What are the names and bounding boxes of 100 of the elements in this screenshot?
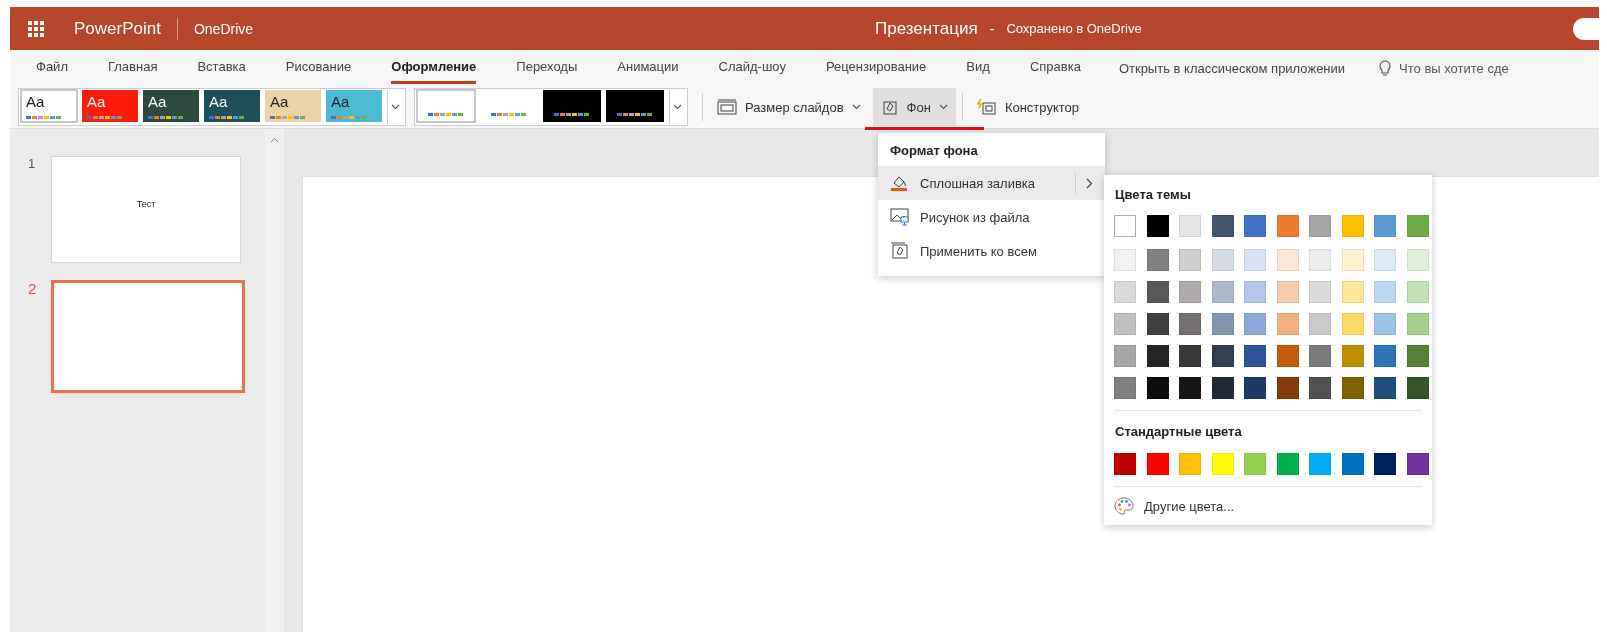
- color-swatch[interactable]: [1309, 345, 1331, 367]
- color-swatch[interactable]: [1211, 345, 1234, 367]
- color-swatch[interactable]: [1114, 215, 1136, 237]
- color-swatch[interactable]: [1179, 453, 1201, 475]
- color-swatch[interactable]: [1406, 215, 1429, 237]
- theme-thumbnail[interactable]: Aa: [21, 90, 77, 122]
- color-swatch[interactable]: [1374, 215, 1396, 237]
- ribbon-tab[interactable]: Переходы: [516, 52, 578, 84]
- color-swatch[interactable]: [1179, 377, 1201, 399]
- color-swatch[interactable]: [1211, 281, 1234, 303]
- menu-item[interactable]: Сплошная заливка: [878, 166, 1105, 200]
- color-swatch[interactable]: [1114, 345, 1136, 367]
- color-swatch[interactable]: [1374, 453, 1396, 475]
- variant-thumbnail[interactable]: [606, 90, 664, 122]
- document-title[interactable]: Презентация: [875, 18, 978, 39]
- color-swatch[interactable]: [1146, 453, 1169, 475]
- color-swatch[interactable]: [1179, 215, 1201, 237]
- scroll-up-icon[interactable]: [270, 137, 279, 143]
- ribbon-tab[interactable]: Главная: [107, 52, 158, 84]
- app-launcher-icon[interactable]: [28, 20, 44, 37]
- more-colors-button[interactable]: Другие цвета...: [1104, 495, 1245, 517]
- slide-size-button[interactable]: Размер слайдов: [709, 88, 869, 126]
- color-swatch[interactable]: [1341, 345, 1364, 367]
- color-swatch[interactable]: [1276, 313, 1299, 335]
- ribbon-tab[interactable]: Файл: [36, 52, 68, 84]
- ribbon-tab[interactable]: Справка: [1029, 52, 1081, 84]
- color-swatch[interactable]: [1179, 345, 1201, 367]
- color-swatch[interactable]: [1211, 313, 1234, 335]
- color-swatch[interactable]: [1146, 313, 1169, 335]
- color-swatch[interactable]: [1244, 345, 1266, 367]
- color-swatch[interactable]: [1211, 215, 1234, 237]
- color-swatch[interactable]: [1341, 215, 1364, 237]
- color-swatch[interactable]: [1146, 249, 1169, 271]
- color-swatch[interactable]: [1341, 281, 1364, 303]
- app-name[interactable]: PowerPoint: [74, 18, 161, 39]
- color-swatch[interactable]: [1276, 281, 1299, 303]
- color-swatch[interactable]: [1406, 377, 1429, 399]
- color-swatch[interactable]: [1276, 215, 1299, 237]
- color-swatch[interactable]: [1211, 249, 1234, 271]
- color-swatch[interactable]: [1276, 377, 1299, 399]
- color-swatch[interactable]: [1244, 377, 1266, 399]
- ribbon-tab[interactable]: Рисование: [285, 52, 352, 84]
- ribbon-tab[interactable]: Анимации: [617, 52, 679, 84]
- slide-thumbnail[interactable]: Тест: [51, 156, 241, 263]
- color-swatch[interactable]: [1114, 377, 1136, 399]
- color-swatch[interactable]: [1211, 453, 1234, 475]
- color-swatch[interactable]: [1276, 249, 1299, 271]
- ribbon-tab[interactable]: Вид: [966, 52, 990, 84]
- gallery-expand-button[interactable]: [387, 90, 403, 124]
- color-swatch[interactable]: [1146, 377, 1169, 399]
- color-swatch[interactable]: [1309, 215, 1331, 237]
- color-swatch[interactable]: [1244, 453, 1266, 475]
- open-desktop-app-link[interactable]: Открыть в классическом приложении: [1112, 59, 1352, 77]
- variant-thumbnail[interactable]: [543, 90, 601, 122]
- color-swatch[interactable]: [1309, 313, 1331, 335]
- header-button[interactable]: [1573, 17, 1599, 40]
- color-swatch[interactable]: [1179, 281, 1201, 303]
- color-swatch[interactable]: [1179, 313, 1201, 335]
- color-swatch[interactable]: [1244, 281, 1266, 303]
- color-swatch[interactable]: [1244, 313, 1266, 335]
- theme-thumbnail[interactable]: Aa: [265, 90, 321, 122]
- color-swatch[interactable]: [1146, 281, 1169, 303]
- color-swatch[interactable]: [1309, 281, 1331, 303]
- color-swatch[interactable]: [1114, 249, 1136, 271]
- color-swatch[interactable]: [1309, 377, 1331, 399]
- color-swatch[interactable]: [1341, 249, 1364, 271]
- color-swatch[interactable]: [1146, 215, 1169, 237]
- color-swatch[interactable]: [1406, 281, 1429, 303]
- color-swatch[interactable]: [1374, 313, 1396, 335]
- color-swatch[interactable]: [1114, 453, 1136, 475]
- color-swatch[interactable]: [1244, 249, 1266, 271]
- theme-thumbnail[interactable]: Aa: [82, 90, 138, 122]
- color-swatch[interactable]: [1211, 377, 1234, 399]
- color-swatch[interactable]: [1374, 249, 1396, 271]
- color-swatch[interactable]: [1309, 249, 1331, 271]
- ribbon-tab[interactable]: Слайд-шоу: [718, 52, 786, 84]
- menu-item[interactable]: Применить ко всем: [878, 234, 1105, 268]
- ribbon-tab[interactable]: Вставка: [197, 52, 246, 84]
- gallery-expand-button[interactable]: [669, 90, 685, 124]
- color-swatch[interactable]: [1244, 215, 1266, 237]
- color-swatch[interactable]: [1276, 453, 1299, 475]
- designer-button[interactable]: Конструктор: [968, 88, 1087, 126]
- color-swatch[interactable]: [1179, 249, 1201, 271]
- color-swatch[interactable]: [1341, 453, 1364, 475]
- color-swatch[interactable]: [1374, 377, 1396, 399]
- color-swatch[interactable]: [1406, 345, 1429, 367]
- color-swatch[interactable]: [1276, 345, 1299, 367]
- ribbon-tab[interactable]: Рецензирование: [825, 52, 927, 84]
- background-button[interactable]: Фон: [872, 88, 956, 126]
- color-swatch[interactable]: [1341, 313, 1364, 335]
- menu-item[interactable]: Рисунок из файла: [878, 200, 1105, 234]
- color-swatch[interactable]: [1146, 345, 1169, 367]
- color-swatch[interactable]: [1406, 313, 1429, 335]
- theme-thumbnail[interactable]: Aa: [326, 90, 382, 122]
- theme-thumbnail[interactable]: Aa: [143, 90, 199, 122]
- search-prompt[interactable]: Что вы хотите сде: [1399, 60, 1509, 76]
- color-swatch[interactable]: [1406, 249, 1429, 271]
- color-swatch[interactable]: [1341, 377, 1364, 399]
- color-swatch[interactable]: [1374, 345, 1396, 367]
- color-swatch[interactable]: [1114, 313, 1136, 335]
